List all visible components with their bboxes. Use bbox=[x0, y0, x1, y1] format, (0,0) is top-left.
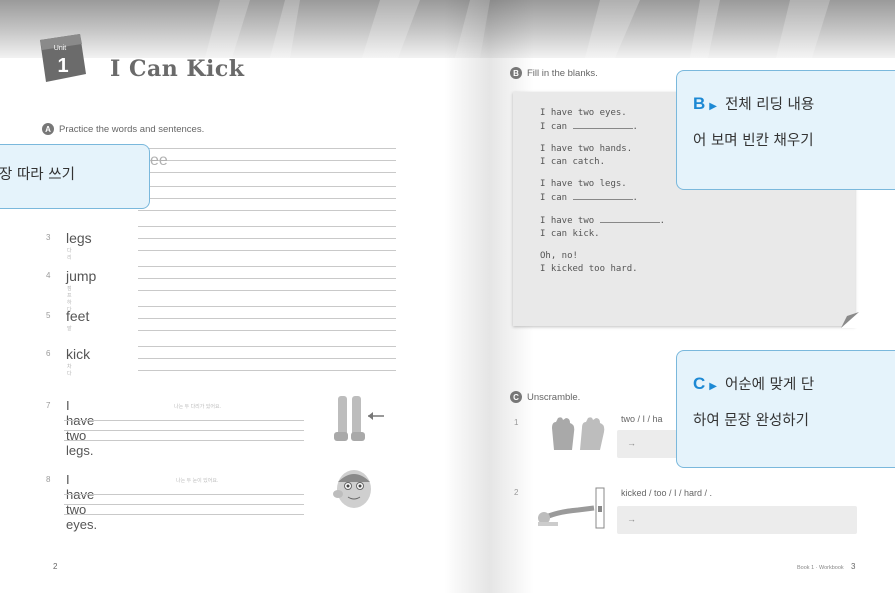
note-line: I have two eyes. bbox=[540, 108, 627, 118]
word-number: 5 bbox=[46, 311, 51, 320]
note-pair: Oh, no! I kicked too hard. bbox=[540, 250, 665, 276]
section-c-heading: C Unscramble. bbox=[510, 391, 580, 403]
note-line: I can . bbox=[540, 120, 638, 132]
note-line: I can . bbox=[540, 191, 638, 203]
word: kick bbox=[66, 346, 91, 362]
section-a-instruction: Practice the words and sentences. bbox=[59, 123, 205, 135]
sentence-gloss: 나는 두 다리가 있어요. bbox=[174, 404, 221, 410]
unit-number: 1 bbox=[57, 55, 68, 77]
note-line: I have two hands. bbox=[540, 144, 633, 154]
word-number: 6 bbox=[46, 349, 51, 358]
callout-c: C ▶ 어순에 맞게 단 하여 문장 완성하기 bbox=[676, 350, 895, 468]
scramble-words: kicked / too / I / hard / . bbox=[621, 488, 713, 498]
callout-b-line1: B ▶ 전체 리딩 내용 bbox=[693, 94, 815, 113]
note-pair: I have two hands. I can catch. bbox=[540, 143, 665, 169]
note-pair: I have two eyes. I can . bbox=[540, 107, 665, 134]
arrow-icon: → bbox=[627, 514, 636, 524]
callout-a: 장 따라 쓰기 bbox=[0, 144, 150, 209]
ruled-lines bbox=[138, 226, 396, 251]
fill-blank[interactable] bbox=[599, 214, 660, 223]
word: jump bbox=[66, 268, 97, 284]
note-line: Oh, no! bbox=[540, 251, 578, 261]
word: legs bbox=[66, 230, 92, 246]
word: feet bbox=[66, 308, 90, 324]
answer-box[interactable]: → bbox=[617, 506, 857, 534]
callout-b-letter: B bbox=[693, 94, 706, 113]
triangle-right-icon: ▶ bbox=[709, 381, 717, 392]
word-gloss: 다리 bbox=[67, 248, 72, 261]
section-b-heading: B Fill in the blanks. bbox=[510, 67, 598, 79]
ruled-lines bbox=[138, 306, 396, 331]
section-c-instruction: Unscramble. bbox=[527, 391, 581, 403]
unit-badge: Unit 1 bbox=[40, 34, 86, 82]
sentence-number: 8 bbox=[46, 475, 51, 484]
ruled-lines bbox=[138, 148, 396, 173]
word-number: 3 bbox=[46, 233, 51, 242]
word-number: 4 bbox=[46, 271, 51, 280]
section-b-icon: B bbox=[510, 67, 522, 79]
note-line: I kicked too hard. bbox=[540, 264, 638, 274]
arrow-icon: → bbox=[627, 438, 636, 448]
ruled-lines bbox=[138, 186, 396, 211]
ruled-lines bbox=[138, 266, 396, 291]
note-line: I have two . bbox=[540, 214, 666, 226]
callout-c-letter: C bbox=[693, 374, 706, 393]
callout-c-line1: C ▶ 어순에 맞게 단 bbox=[693, 374, 815, 393]
callout-a-text: 장 따라 쓰기 bbox=[0, 167, 75, 183]
unit-label: Unit bbox=[54, 45, 67, 52]
triangle-right-icon: ▶ bbox=[709, 101, 717, 112]
scramble-number: 2 bbox=[514, 488, 519, 497]
callout-c-line2: 하여 문장 완성하기 bbox=[693, 413, 809, 429]
sentence-gloss: 나는 두 눈이 있어요. bbox=[176, 478, 219, 484]
note-pair: I have two . I can kick. bbox=[540, 214, 665, 241]
sentence-number: 7 bbox=[46, 401, 51, 410]
section-b-instruction: Fill in the blanks. bbox=[527, 67, 598, 79]
note-line: I have two legs. bbox=[540, 179, 627, 189]
footer-label: Book 1 · Workbook bbox=[797, 565, 844, 571]
ruled-lines bbox=[64, 420, 304, 444]
page-number-right: 3 bbox=[851, 562, 856, 571]
ruled-lines bbox=[64, 494, 304, 518]
fill-blank[interactable] bbox=[572, 120, 633, 129]
note-line: I can catch. bbox=[540, 157, 606, 167]
ruled-lines bbox=[138, 346, 396, 371]
note-fold bbox=[841, 312, 859, 328]
section-a-heading: A Practice the words and sentences. bbox=[42, 123, 204, 135]
legs-illustration bbox=[334, 396, 384, 441]
callout-b: B ▶ 전체 리딩 내용 어 보며 빈칸 채우기 bbox=[676, 70, 895, 190]
scramble-number: 1 bbox=[514, 418, 519, 427]
scramble-words: two / I / ha bbox=[621, 414, 663, 424]
callout-b-line2: 어 보며 빈칸 채우기 bbox=[693, 133, 814, 149]
word-gloss: 발 bbox=[67, 326, 72, 332]
kick-illustration bbox=[538, 487, 605, 529]
section-c-icon: C bbox=[510, 391, 522, 403]
hands-illustration bbox=[552, 417, 605, 450]
word-gloss: 차다 bbox=[67, 364, 72, 377]
section-a-icon: A bbox=[42, 123, 54, 135]
unit-title: I Can Kick bbox=[110, 56, 245, 82]
note-text: I have two eyes. I can . I have two hand… bbox=[540, 107, 665, 285]
note-line: I can kick. bbox=[540, 229, 600, 239]
page-number-left: 2 bbox=[53, 562, 58, 571]
note-pair: I have two legs. I can . bbox=[540, 178, 665, 205]
fill-blank[interactable] bbox=[572, 191, 633, 200]
face-illustration bbox=[333, 470, 371, 508]
